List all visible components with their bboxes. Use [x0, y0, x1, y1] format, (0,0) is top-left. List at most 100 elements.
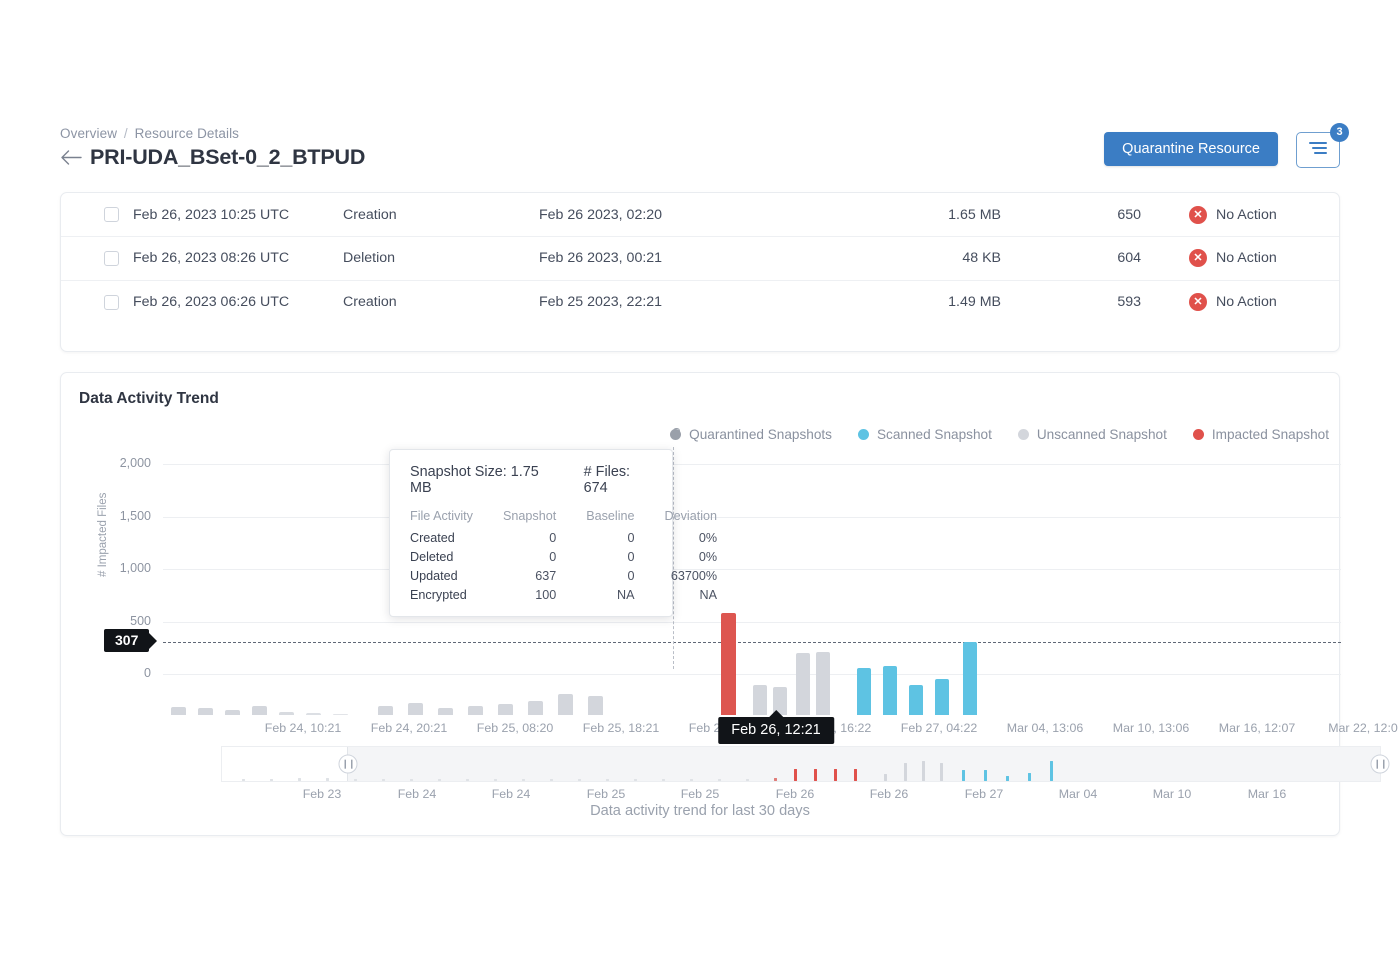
- tooltip-header-row: File Activity Snapshot Baseline Deviatio…: [410, 509, 717, 528]
- legend-item-impacted[interactable]: Impacted Snapshot: [1193, 427, 1329, 442]
- legend-item-quarantined[interactable]: Quarantined Snapshots: [670, 427, 832, 442]
- x-tick-label: Feb 27, 04:22: [901, 721, 977, 735]
- navigator-tick-label: Feb 24: [398, 787, 437, 801]
- arrow-left-icon[interactable]: [60, 147, 82, 169]
- tooltip-row: Encrypted 100 NA NA: [410, 585, 717, 604]
- filter-button-wrapper: 3: [1296, 132, 1340, 168]
- tooltip-deviation: NA: [635, 585, 718, 604]
- x-axis-ticks: Feb 24, 10:21 Feb 24, 20:21 Feb 25, 08:2…: [163, 721, 1363, 741]
- navigator-tick-label: Feb 26: [776, 787, 815, 801]
- cell-size: 1.65 MB: [809, 193, 1059, 237]
- y-tick-label: 1,500: [95, 509, 151, 523]
- y-tick-label: 0: [95, 666, 151, 680]
- error-circle-icon: ✕: [1189, 206, 1207, 224]
- breadcrumb-overview[interactable]: Overview: [60, 126, 117, 141]
- navigator-handle-right[interactable]: ❙❙: [1371, 755, 1390, 774]
- cell-type: Creation: [343, 280, 539, 324]
- legend-label: Quarantined Snapshots: [689, 427, 832, 442]
- legend-dot-icon: [1018, 429, 1029, 440]
- bar-unscanned[interactable]: [816, 652, 830, 715]
- tooltip-baseline: 0: [556, 566, 634, 585]
- bar-unscanned[interactable]: [306, 713, 321, 716]
- cell-type: Deletion: [343, 237, 539, 281]
- bar-unscanned[interactable]: [408, 703, 423, 715]
- y-tick-label: 2,000: [95, 456, 151, 470]
- bar-unscanned[interactable]: [468, 706, 483, 715]
- bar-unscanned[interactable]: [498, 704, 513, 715]
- bar-unscanned[interactable]: [438, 708, 453, 716]
- tooltip-deviation: 0%: [635, 547, 718, 566]
- row-checkbox[interactable]: [104, 295, 119, 310]
- legend-item-unscanned[interactable]: Unscanned Snapshot: [1018, 427, 1167, 442]
- bar-scanned[interactable]: [909, 685, 923, 715]
- navigator-tick-label: Feb 27: [965, 787, 1004, 801]
- tooltip-row: Deleted 0 0 0%: [410, 547, 717, 566]
- bar-unscanned[interactable]: [198, 708, 213, 715]
- bar-unscanned[interactable]: [378, 706, 393, 715]
- quarantine-marker-icon: [670, 429, 681, 440]
- row-checkbox[interactable]: [104, 207, 119, 222]
- tooltip-col-baseline: Baseline: [556, 509, 634, 528]
- x-tick-label: Mar 22, 12:0: [1328, 721, 1398, 735]
- navigator-handle-left[interactable]: ❙❙: [339, 755, 358, 774]
- legend-dot-icon: [858, 429, 869, 440]
- bar-unscanned[interactable]: [252, 706, 267, 715]
- chart-footer-caption: Data activity trend for last 30 days: [61, 803, 1339, 819]
- bar-unscanned[interactable]: [588, 696, 603, 715]
- bar-unscanned[interactable]: [796, 653, 810, 715]
- bar-unscanned[interactable]: [753, 685, 767, 715]
- x-tick-label: Feb 25, 18:21: [583, 721, 659, 735]
- header-actions: Quarantine Resource 3: [1104, 132, 1340, 168]
- row-checkbox[interactable]: [104, 251, 119, 266]
- y-tick-label: 500: [95, 614, 151, 628]
- app-root: Overview / Resource Details PRI-UDA_BSet…: [0, 0, 1400, 966]
- table-row[interactable]: Feb 26, 2023 06:26 UTC Creation Feb 25 2…: [61, 280, 1339, 324]
- bar-unscanned[interactable]: [528, 701, 543, 715]
- bar-scanned[interactable]: [857, 668, 871, 715]
- error-circle-icon: ✕: [1189, 293, 1207, 311]
- chart-tooltip: Snapshot Size: 1.75 MB # Files: 674 File…: [389, 449, 673, 617]
- bar-unscanned[interactable]: [279, 712, 294, 715]
- tooltip-col-snapshot: Snapshot: [473, 509, 556, 528]
- cell-date: Feb 26, 2023 06:26 UTC: [133, 280, 343, 324]
- bar-scanned[interactable]: [935, 679, 949, 715]
- bar-unscanned[interactable]: [558, 694, 573, 715]
- bar-impacted[interactable]: [721, 613, 736, 715]
- bar-unscanned[interactable]: [171, 707, 186, 715]
- chart-legend: Quarantined Snapshots Scanned Snapshot U…: [670, 427, 1329, 442]
- tooltip-activity: Deleted: [410, 547, 473, 566]
- table-row[interactable]: Feb 26, 2023 08:26 UTC Deletion Feb 26 2…: [61, 237, 1339, 281]
- legend-dot-icon: [1193, 429, 1204, 440]
- breadcrumb-separator: /: [124, 126, 128, 141]
- tooltip-deviation: 0%: [635, 528, 718, 547]
- cell-snapshot-time: Feb 26 2023, 00:21: [539, 237, 809, 281]
- table-row[interactable]: Feb 26, 2023 10:25 UTC Creation Feb 26 2…: [61, 193, 1339, 237]
- tooltip-col-activity: File Activity: [410, 509, 473, 528]
- bar-scanned[interactable]: [883, 666, 897, 715]
- cell-files: 593: [1059, 280, 1189, 324]
- cell-size: 48 KB: [809, 237, 1059, 281]
- legend-item-scanned[interactable]: Scanned Snapshot: [858, 427, 992, 442]
- chart-navigator[interactable]: ❙❙ ❙❙: [221, 746, 1381, 782]
- quarantine-resource-button[interactable]: Quarantine Resource: [1104, 132, 1278, 166]
- data-activity-trend-card: Data Activity Trend Quarantined Snapshot…: [60, 372, 1340, 836]
- tooltip-activity: Created: [410, 528, 473, 547]
- page-header: Overview / Resource Details PRI-UDA_BSet…: [60, 126, 1340, 178]
- threshold-marker: 307: [104, 629, 149, 652]
- cell-snapshot-time: Feb 25 2023, 22:21: [539, 280, 809, 324]
- navigator-tick-label: Mar 10: [1153, 787, 1192, 801]
- tooltip-table: File Activity Snapshot Baseline Deviatio…: [410, 509, 717, 604]
- tooltip-activity: Encrypted: [410, 585, 473, 604]
- bar-unscanned[interactable]: [333, 714, 348, 716]
- tooltip-snapshot-size: Snapshot Size: 1.75 MB: [410, 464, 548, 496]
- tooltip-snapshot: 0: [473, 547, 556, 566]
- bar-unscanned[interactable]: [225, 710, 240, 715]
- bar-scanned[interactable]: [963, 642, 977, 715]
- cell-action: ✕ No Action: [1189, 293, 1339, 311]
- snapshot-table-card: Feb 26, 2023 10:25 UTC Creation Feb 26 2…: [60, 192, 1340, 352]
- x-tick-label: Mar 04, 13:06: [1007, 721, 1083, 735]
- snapshot-table-body: Feb 26, 2023 10:25 UTC Creation Feb 26 2…: [61, 193, 1339, 324]
- action-label: No Action: [1216, 294, 1277, 310]
- error-circle-icon: ✕: [1189, 249, 1207, 267]
- navigator-tick-label: Feb 25: [587, 787, 626, 801]
